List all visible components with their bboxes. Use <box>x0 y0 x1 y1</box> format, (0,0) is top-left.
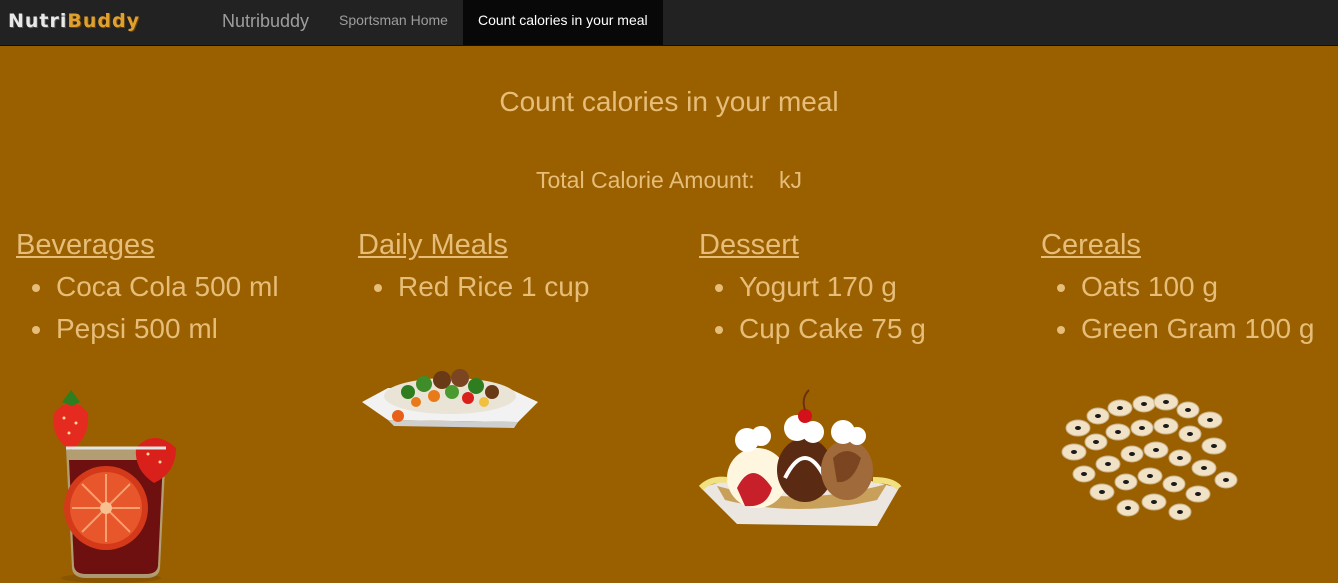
category-title-daily-meals[interactable]: Daily Meals <box>358 228 508 262</box>
brand-name-link[interactable]: Nutribuddy <box>222 11 309 32</box>
dessert-list: Yogurt 170 g Cup Cake 75 g <box>699 266 926 350</box>
nav-count-calories[interactable]: Count calories in your meal <box>463 0 663 45</box>
cereals-list: Oats 100 g Green Gram 100 g <box>1041 266 1314 350</box>
page-title: Count calories in your meal <box>499 86 839 117</box>
nav-sportsman-home[interactable]: Sportsman Home <box>324 0 464 45</box>
nutribuddy-logo[interactable]: NutriBuddy <box>8 9 140 33</box>
category-title-cereals[interactable]: Cereals <box>1041 228 1141 262</box>
category-title-beverages[interactable]: Beverages <box>16 228 155 262</box>
total-calorie-label: Total Calorie Amount: <box>535 167 755 193</box>
rice-stir-fry-image <box>362 369 538 428</box>
total-calorie-row: Total Calorie Amount: kJ <box>0 167 1338 194</box>
list-item[interactable]: Oats 100 g <box>1041 266 1314 308</box>
black-eyed-beans-image <box>1061 393 1238 521</box>
list-item[interactable]: Cup Cake 75 g <box>699 308 926 350</box>
logo-text-nutri: Nutri <box>8 10 68 32</box>
category-dessert: Dessert Yogurt 170 g Cup Cake 75 g <box>699 228 926 350</box>
category-title-dessert[interactable]: Dessert <box>699 228 799 262</box>
logo-text-buddy: Buddy <box>67 10 141 32</box>
top-navbar: NutriBuddy Nutribuddy Sportsman Home Cou… <box>0 0 1338 46</box>
fruit-punch-drink-image <box>53 390 176 583</box>
list-item[interactable]: Green Gram 100 g <box>1041 308 1314 350</box>
list-item[interactable]: Pepsi 500 ml <box>16 308 279 350</box>
banana-split-image <box>698 389 902 526</box>
list-item[interactable]: Yogurt 170 g <box>699 266 926 308</box>
category-beverages: Beverages Coca Cola 500 ml Pepsi 500 ml <box>16 228 279 350</box>
beverages-list: Coca Cola 500 ml Pepsi 500 ml <box>16 266 279 350</box>
total-calorie-unit: kJ <box>779 167 802 193</box>
list-item[interactable]: Coca Cola 500 ml <box>16 266 279 308</box>
list-item[interactable]: Red Rice 1 cup <box>358 266 589 308</box>
category-cereals: Cereals Oats 100 g Green Gram 100 g <box>1041 228 1314 350</box>
daily-meals-list: Red Rice 1 cup <box>358 266 589 308</box>
category-daily-meals: Daily Meals Red Rice 1 cup <box>358 228 589 308</box>
